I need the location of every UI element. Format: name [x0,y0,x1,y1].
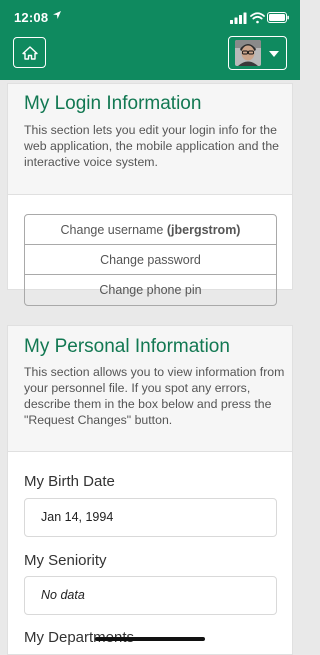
change-username-label: Change username [60,223,164,237]
change-username-button[interactable]: Change username (jbergstrom) [25,215,276,245]
location-arrow-icon [53,11,61,19]
wifi-icon [250,12,265,24]
login-info-title: My Login Information [24,93,202,114]
personal-info-header: My Personal Information This section all… [8,326,292,452]
login-info-card: My Login Information This section lets y… [7,83,293,306]
seniority-label: My Seniority [24,552,107,569]
home-indicator [95,637,205,641]
birth-date-label: My Birth Date [24,473,115,490]
username-value: (jbergstrom) [166,223,241,237]
seniority-field: No data [24,576,277,615]
birth-date-field: Jan 14, 1994 [24,498,277,537]
login-info-header: My Login Information This section lets y… [8,84,292,195]
signal-icon [230,12,247,24]
change-phone-pin-button[interactable]: Change phone pin [25,275,276,305]
status-bar: 12:08 [0,0,300,34]
personal-info-title: My Personal Information [24,336,230,357]
user-menu-button[interactable] [228,36,287,70]
login-info-description: This section lets you edit your login in… [24,123,279,169]
battery-icon [267,12,289,23]
home-button[interactable] [13,37,46,68]
avatar [235,40,261,66]
personal-info-card: My Personal Information This section all… [7,325,293,655]
personal-info-description: This section allows you to view informat… [24,365,285,427]
chevron-down-icon [269,51,279,57]
home-icon [21,45,38,60]
change-password-button[interactable]: Change password [25,245,276,275]
login-actions: Change username (jbergstrom) Change pass… [24,214,277,306]
status-time: 12:08 [14,10,49,25]
app-header: 12:08 [0,0,300,80]
status-icons [230,12,289,24]
